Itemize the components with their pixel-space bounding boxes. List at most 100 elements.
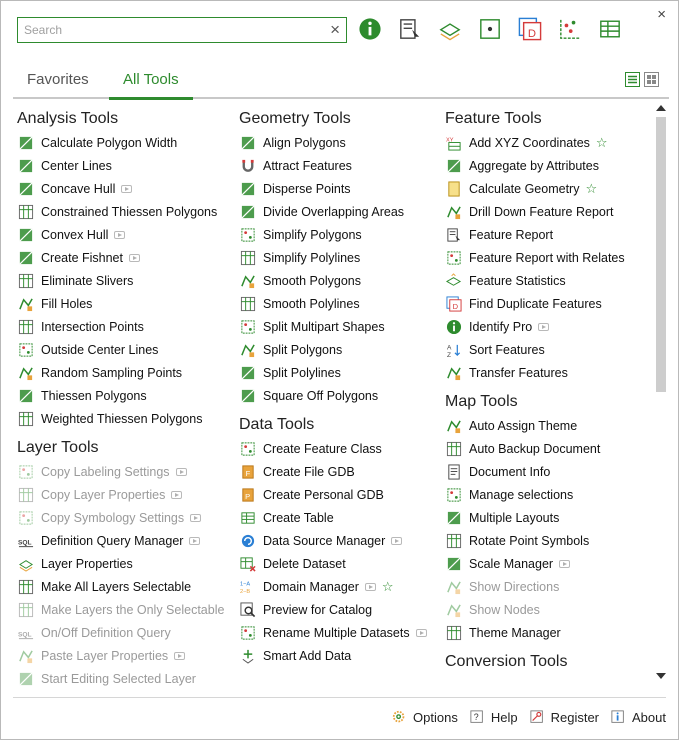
sql-icon: SQL [17,532,34,549]
video-icon[interactable] [415,628,427,637]
close-icon[interactable]: × [657,7,666,23]
video-icon[interactable] [364,582,376,591]
tool-item[interactable]: Create Feature Class [239,437,427,460]
tool-item[interactable]: Preview for Catalog [239,598,427,621]
tool-item[interactable]: Concave Hull [17,177,224,200]
paste-layer-icon [17,647,34,664]
video-icon[interactable] [114,230,126,239]
scroll-down-icon[interactable] [656,673,666,679]
video-icon[interactable] [171,490,183,499]
tool-item[interactable]: Eliminate Slivers [17,269,224,292]
clear-search-icon[interactable]: × [330,21,340,39]
tool-item[interactable]: Square Off Polygons [239,384,427,407]
tool-item[interactable]: Auto Backup Document [445,437,625,460]
tool-item[interactable]: Multiple Layouts [445,506,625,529]
tool-item[interactable]: A Z Sort Features [445,338,625,361]
tab-all-tools[interactable]: All Tools [109,71,193,100]
tool-item[interactable]: Intersection Points [17,315,224,338]
tool-item[interactable]: Convex Hull [17,223,224,246]
tool-item[interactable]: Smart Add Data [239,644,427,667]
tool-item[interactable]: 1−A 2−B Domain Manager ☆ [239,575,427,598]
tool-item[interactable]: Create Table [239,506,427,529]
tool-item[interactable]: XY Add XYZ Coordinates ☆ [445,131,625,154]
tool-item[interactable]: Theme Manager [445,621,625,644]
tool-item[interactable]: Calculate Polygon Width [17,131,224,154]
tool-item[interactable]: Identify Pro [445,315,625,338]
video-icon[interactable] [175,467,187,476]
tool-item[interactable]: Smooth Polygons [239,269,427,292]
tool-item[interactable]: Feature Statistics [445,269,625,292]
tool-item[interactable]: Transfer Features [445,361,625,384]
list-view-icon[interactable] [625,72,640,92]
tool-item[interactable]: Delete Dataset [239,552,427,575]
about-link[interactable]: About [611,710,666,725]
tool-item[interactable]: Split Polygons [239,338,427,361]
grid-view-icon[interactable] [644,72,659,92]
tool-item[interactable]: Scale Manager [445,552,625,575]
tool-item[interactable]: Data Source Manager [239,529,427,552]
random-points-icon[interactable] [557,15,583,43]
tool-item[interactable]: Drill Down Feature Report [445,200,625,223]
identify-pro-icon[interactable] [357,15,383,43]
video-icon[interactable] [538,322,550,331]
tool-item[interactable]: Document Info [445,460,625,483]
tool-item[interactable]: Feature Report with Relates [445,246,625,269]
tool-label: Transfer Features [469,365,568,380]
tool-item[interactable]: Auto Assign Theme [445,414,625,437]
tool-item[interactable]: Rotate Point Symbols [445,529,625,552]
tool-label: Layer Properties [41,556,133,571]
video-icon[interactable] [121,184,133,193]
tool-item[interactable]: Simplify Polygons [239,223,427,246]
center-icon[interactable] [477,15,503,43]
tool-item[interactable]: Smooth Polylines [239,292,427,315]
tool-item[interactable]: Create Fishnet [17,246,224,269]
video-icon[interactable] [559,559,571,568]
feature-report-icon[interactable] [397,15,423,43]
tool-item[interactable]: Attract Features [239,154,427,177]
video-icon[interactable] [174,651,186,660]
tool-item[interactable]: Split Polylines [239,361,427,384]
tool-item[interactable]: Disperse Points [239,177,427,200]
register-link[interactable]: Register [530,710,599,725]
tool-item[interactable]: Calculate Geometry ☆ [445,177,625,200]
favorite-star-icon[interactable]: ☆ [585,181,597,197]
scrollbar[interactable] [654,101,668,689]
create-table-icon[interactable] [597,15,623,43]
help-link[interactable]: ? Help [470,710,518,725]
tool-item[interactable]: D Find Duplicate Features [445,292,625,315]
scroll-up-icon[interactable] [656,105,666,111]
tool-item[interactable]: Random Sampling Points [17,361,224,384]
tool-item[interactable]: Rename Multiple Datasets [239,621,427,644]
tool-item[interactable]: SQL Definition Query Manager [17,529,224,552]
tool-item[interactable]: Simplify Polylines [239,246,427,269]
tool-item[interactable]: Split Multipart Shapes [239,315,427,338]
video-icon[interactable] [189,536,201,545]
tool-item[interactable]: Outside Center Lines [17,338,224,361]
tool-item[interactable]: Fill Holes [17,292,224,315]
favorite-star-icon[interactable]: ☆ [382,579,394,595]
tool-item[interactable]: Feature Report [445,223,625,246]
tool-item[interactable]: Constrained Thiessen Polygons [17,200,224,223]
video-icon[interactable] [128,253,140,262]
duplicate-features-icon[interactable]: D [517,15,543,43]
video-icon[interactable] [190,513,202,522]
video-icon[interactable] [391,536,403,545]
layer-properties-icon[interactable] [437,15,463,43]
tool-item[interactable]: Thiessen Polygons [17,384,224,407]
tool-item[interactable]: Manage selections [445,483,625,506]
tool-item[interactable]: F Create File GDB [239,460,427,483]
tool-item[interactable]: Weighted Thiessen Polygons [17,407,224,430]
tab-favorites[interactable]: Favorites [13,71,103,98]
search-input[interactable] [18,18,314,42]
options-link[interactable]: Options [392,710,458,725]
tool-item[interactable]: Aggregate by Attributes [445,154,625,177]
tool-item[interactable]: Layer Properties [17,552,224,575]
tool-item[interactable]: Center Lines [17,154,224,177]
scroll-thumb[interactable] [656,117,666,392]
favorite-star-icon[interactable]: ☆ [596,135,608,151]
tool-item[interactable]: Align Polygons [239,131,427,154]
tool-item[interactable]: Divide Overlapping Areas [239,200,427,223]
tool-item[interactable]: P Create Personal GDB [239,483,427,506]
tool-column: Analysis Tools Calculate Polygon Width Cen… [17,101,224,689]
tool-item[interactable]: Make All Layers Selectable [17,575,224,598]
